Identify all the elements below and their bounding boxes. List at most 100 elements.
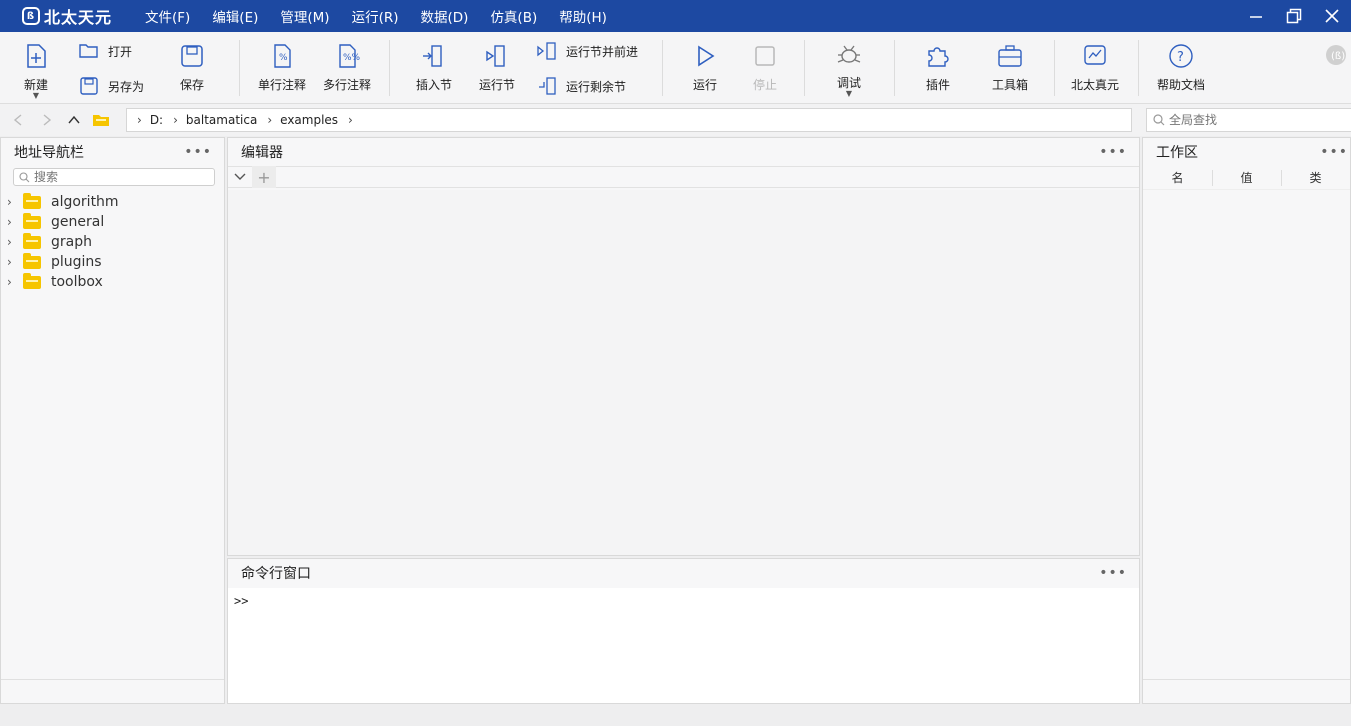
- navigator-footer: [1, 679, 224, 703]
- workspace-header: 工作区 •••: [1143, 138, 1350, 166]
- global-search-box: [1146, 108, 1351, 132]
- run-button[interactable]: 运行: [691, 42, 719, 93]
- tree-item-general[interactable]: › general: [1, 212, 224, 232]
- expand-arrow-icon[interactable]: ›: [7, 235, 19, 249]
- puzzle-icon: [928, 47, 949, 67]
- toolbar-divider: [1138, 40, 1139, 96]
- new-tab-button[interactable]: +: [252, 166, 276, 188]
- single-comment-button[interactable]: % 单行注释: [258, 42, 306, 93]
- more-options-icon[interactable]: •••: [1099, 565, 1127, 581]
- save-as-label: 另存为: [108, 79, 145, 94]
- close-button[interactable]: [1313, 0, 1351, 32]
- run-section-advance-label: 运行节并前进: [566, 44, 639, 59]
- up-folder-button[interactable]: [64, 110, 84, 130]
- menu-data[interactable]: 数据(D): [421, 6, 469, 26]
- breadcrumb-item[interactable]: › baltamatica: [173, 113, 257, 127]
- menu-edit[interactable]: 编辑(E): [212, 6, 258, 26]
- forward-button[interactable]: [37, 110, 57, 130]
- navigator-header: 地址导航栏 •••: [1, 138, 224, 166]
- path-breadcrumb[interactable]: › D: › baltamatica › examples ›: [126, 108, 1132, 132]
- command-input-area[interactable]: >>: [228, 588, 1139, 703]
- debug-button[interactable]: 调试 ▼: [835, 40, 863, 98]
- tree-item-graph[interactable]: › graph: [1, 232, 224, 252]
- column-header-value[interactable]: 值: [1212, 169, 1281, 186]
- menu-simulation[interactable]: 仿真(B): [490, 6, 537, 26]
- tree-item-label: toolbox: [51, 274, 103, 290]
- search-icon: [19, 171, 30, 182]
- help-docs-button[interactable]: ? 帮助文档: [1157, 42, 1205, 93]
- editor-area[interactable]: [228, 190, 1139, 555]
- plugins-label: 插件: [925, 78, 950, 92]
- chevron-right-icon: ›: [348, 113, 353, 127]
- stop-button[interactable]: 停止: [751, 42, 779, 93]
- bug-icon: [837, 45, 861, 63]
- navigator-search-input[interactable]: [34, 170, 204, 184]
- browse-folder-button[interactable]: [91, 110, 111, 130]
- tree-item-plugins[interactable]: › plugins: [1, 252, 224, 272]
- chevron-up-icon: [68, 115, 80, 124]
- menu-manage[interactable]: 管理(M): [280, 6, 329, 26]
- workspace-title: 工作区: [1156, 145, 1198, 161]
- save-button[interactable]: 保存: [178, 42, 206, 93]
- multi-comment-button[interactable]: %% 多行注释: [323, 42, 371, 93]
- more-options-icon[interactable]: •••: [1320, 144, 1348, 160]
- tree-item-label: plugins: [51, 254, 102, 270]
- title-bar: ß 北太天元 文件(F) 编辑(E) 管理(M) 运行(R) 数据(D) 仿真(…: [0, 0, 1351, 32]
- back-button[interactable]: [8, 110, 28, 130]
- close-icon: [1325, 9, 1339, 23]
- minimize-icon: [1250, 16, 1262, 18]
- insert-section-button[interactable]: 插入节: [416, 42, 452, 93]
- run-remaining-button[interactable]: 运行剩余节: [536, 75, 626, 97]
- run-remaining-label: 运行剩余节: [566, 79, 627, 94]
- toolbar-divider: [804, 40, 805, 96]
- editor-panel: 编辑器 ••• +: [227, 137, 1140, 556]
- app-brand: ß 北太天元: [22, 4, 132, 28]
- plugins-button[interactable]: 插件: [924, 42, 952, 93]
- toolbar-divider: [239, 40, 240, 96]
- column-header-class[interactable]: 类: [1281, 169, 1350, 186]
- breadcrumb-item[interactable]: › D:: [137, 113, 163, 127]
- expand-arrow-icon[interactable]: ›: [7, 215, 19, 229]
- expand-arrow-icon[interactable]: ›: [7, 195, 19, 209]
- debug-dropdown-caret-icon[interactable]: ▼: [846, 90, 852, 98]
- run-section-button[interactable]: 运行节: [479, 42, 515, 93]
- expand-arrow-icon[interactable]: ›: [7, 255, 19, 269]
- navigator-title: 地址导航栏: [14, 145, 84, 161]
- play-icon: [698, 45, 715, 67]
- more-options-icon[interactable]: •••: [184, 144, 212, 160]
- menu-file[interactable]: 文件(F): [145, 6, 190, 26]
- tree-item-toolbox[interactable]: › toolbox: [1, 272, 224, 292]
- global-search-input[interactable]: [1169, 113, 1339, 127]
- navigator-panel: 地址导航栏 ••• › algorithm › general › graph …: [0, 137, 225, 704]
- toolbox-icon: [998, 45, 1022, 67]
- breadcrumb-expand[interactable]: ›: [348, 113, 361, 127]
- restore-button[interactable]: [1275, 0, 1313, 32]
- new-dropdown-caret-icon[interactable]: ▼: [33, 92, 39, 100]
- chevron-right-icon: ›: [137, 113, 142, 127]
- toolbox-button[interactable]: 工具箱: [992, 42, 1028, 93]
- beitai-button[interactable]: 北太真元: [1071, 42, 1119, 93]
- run-label: 运行: [692, 78, 717, 92]
- column-header-name[interactable]: 名: [1143, 169, 1212, 186]
- menu-help[interactable]: 帮助(H): [559, 6, 607, 26]
- breadcrumb-item[interactable]: › examples: [267, 113, 338, 127]
- run-section-advance-button[interactable]: 运行节并前进: [536, 40, 638, 62]
- menu-run[interactable]: 运行(R): [352, 6, 399, 26]
- tab-list-button[interactable]: [228, 166, 252, 188]
- new-button[interactable]: 新建 ▼: [22, 42, 50, 100]
- open-button[interactable]: 打开: [78, 40, 132, 62]
- minimize-button[interactable]: [1237, 0, 1275, 32]
- stop-label: 停止: [752, 78, 777, 92]
- folder-icon: [23, 212, 41, 229]
- expand-arrow-icon[interactable]: ›: [7, 275, 19, 289]
- single-comment-icon: %: [274, 44, 291, 68]
- toolbox-label: 工具箱: [992, 78, 1029, 92]
- new-file-icon: [27, 44, 46, 68]
- tree-item-label: general: [51, 214, 105, 230]
- single-comment-label: 单行注释: [258, 78, 307, 92]
- save-as-button[interactable]: 另存为: [78, 75, 144, 97]
- more-options-icon[interactable]: •••: [1099, 144, 1127, 160]
- menu-bar: 文件(F) 编辑(E) 管理(M) 运行(R) 数据(D) 仿真(B) 帮助(H…: [145, 6, 629, 26]
- tree-item-algorithm[interactable]: › algorithm: [1, 192, 224, 212]
- svg-text:%: %: [279, 53, 288, 63]
